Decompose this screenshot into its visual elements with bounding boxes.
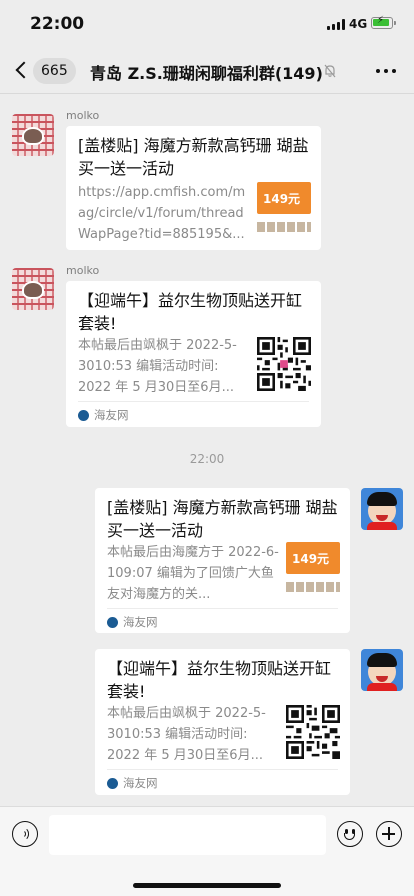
thumb-price: 149元 xyxy=(263,192,301,206)
card-desc: 本帖最后由海魔方于 2022-6-109:07 编辑为了回馈广大鱼友对海魔方的关… xyxy=(107,545,279,602)
qr-code-thumbnail xyxy=(286,705,340,759)
self-avatar[interactable] xyxy=(361,488,403,530)
sender-name: molko xyxy=(66,264,100,277)
card-source: 海友网 xyxy=(107,769,338,795)
voice-icon[interactable] xyxy=(12,821,38,847)
self-avatar[interactable] xyxy=(361,649,403,691)
input-bar xyxy=(0,806,414,896)
emoji-icon[interactable] xyxy=(337,821,363,847)
home-indicator xyxy=(133,883,281,888)
more-icon[interactable] xyxy=(376,69,396,73)
battery-cap xyxy=(394,21,396,25)
source-label: 海友网 xyxy=(123,776,158,790)
link-card[interactable]: [盖楼贴] 海魔方新款高钙珊 瑚盐买一送一活动 本帖最后由海魔方于 2022-6… xyxy=(95,488,350,633)
thumb-price: 149元 xyxy=(292,552,330,566)
signal-icon xyxy=(327,19,345,30)
card-title: [盖楼贴] 海魔方新款高钙珊 瑚盐买一送一活动 xyxy=(107,498,338,540)
card-source: 海友网 xyxy=(78,401,309,427)
message-input[interactable] xyxy=(49,815,326,855)
status-time: 22:00 xyxy=(30,14,85,34)
card-desc: 本帖最后由飒枫于 2022-5-3010:53 编辑活动时间: 2022 年 5… xyxy=(107,706,266,763)
plus-icon[interactable] xyxy=(376,821,402,847)
qr-code-thumbnail xyxy=(257,337,311,391)
source-label: 海友网 xyxy=(123,615,158,629)
card-thumbnail: 149元 xyxy=(286,542,340,596)
chat-title: 青岛 Z.S.珊瑚闲聊福利群(149) xyxy=(90,64,323,83)
unread-count-badge[interactable]: 665 xyxy=(33,58,76,84)
battery-icon: ⚡ xyxy=(371,15,393,29)
sender-avatar[interactable] xyxy=(12,114,54,156)
card-desc: 本帖最后由飒枫于 2022-5-3010:53 编辑活动时间: 2022 年 5… xyxy=(78,338,237,395)
source-icon xyxy=(78,410,89,421)
sender-avatar[interactable] xyxy=(12,268,54,310)
card-thumbnail: 149元 xyxy=(257,182,311,236)
link-card[interactable]: 【迎端午】益尔生物顶贴送开缸套装! 本帖最后由飒枫于 2022-5-3010:5… xyxy=(66,281,321,427)
card-source: 海友网 xyxy=(107,608,338,634)
chat-header: 665 青岛 Z.S.珊瑚闲聊福利群(149) xyxy=(0,48,414,94)
status-bar: 22:00 4G ⚡ xyxy=(0,0,414,48)
link-card[interactable]: [盖楼贴] 海魔方新款高钙珊 瑚盐买一送一活动 https://app.cmfi… xyxy=(66,126,321,250)
network-type: 4G xyxy=(349,17,368,31)
source-icon xyxy=(107,778,118,789)
time-divider: 22:00 xyxy=(189,452,225,466)
card-title: [盖楼贴] 海魔方新款高钙珊 瑚盐买一送一活动 xyxy=(78,136,309,178)
card-title: 【迎端午】益尔生物顶贴送开缸套装! xyxy=(78,291,303,333)
link-card[interactable]: 【迎端午】益尔生物顶贴送开缸套装! 本帖最后由飒枫于 2022-5-3010:5… xyxy=(95,649,350,795)
card-desc: https://app.cmfish.com/mag/circle/v1/for… xyxy=(78,185,246,242)
source-label: 海友网 xyxy=(94,408,129,422)
card-title: 【迎端午】益尔生物顶贴送开缸套装! xyxy=(107,659,332,701)
sender-name: molko xyxy=(66,109,100,122)
mute-icon xyxy=(324,64,336,78)
source-icon xyxy=(107,617,118,628)
back-icon[interactable] xyxy=(15,61,33,79)
